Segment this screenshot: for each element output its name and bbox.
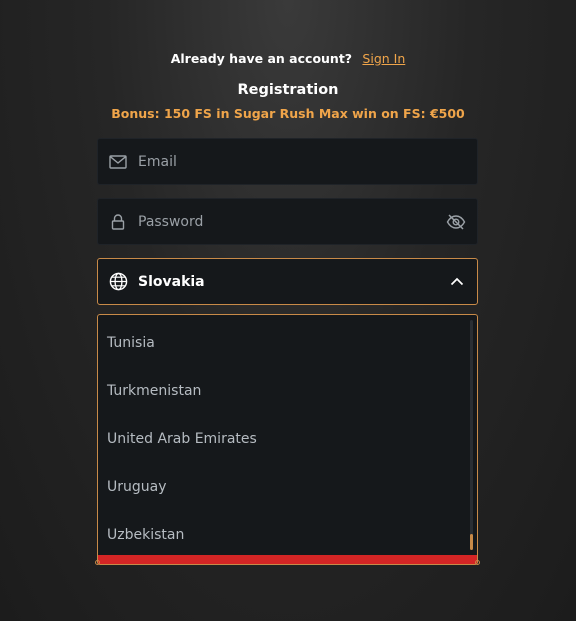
corner-dot-left <box>95 560 100 565</box>
email-field[interactable] <box>97 138 478 185</box>
country-option-tunisia[interactable]: Tunisia <box>98 319 468 367</box>
lock-icon <box>108 212 128 232</box>
mail-icon <box>108 152 128 172</box>
country-option-uruguay[interactable]: Uruguay <box>98 463 468 511</box>
password-field[interactable] <box>97 198 478 245</box>
sign-in-link[interactable]: Sign In <box>362 51 405 66</box>
dropdown-footer-bar <box>95 555 480 565</box>
scrollbar-thumb[interactable] <box>470 534 473 550</box>
email-input[interactable] <box>138 139 428 184</box>
country-dropdown-list[interactable]: Tunisia Turkmenistan United Arab Emirate… <box>97 314 478 555</box>
eye-off-icon[interactable] <box>445 211 467 233</box>
dropdown-scrollbar[interactable] <box>470 320 473 550</box>
country-select[interactable]: Slovakia <box>97 258 478 305</box>
page-title: Registration <box>237 82 339 98</box>
bonus-text: Bonus: 150 FS in Sugar Rush Max win on F… <box>111 106 465 121</box>
login-prompt-text: Already have an account? <box>170 51 353 66</box>
country-option-uae[interactable]: United Arab Emirates <box>98 415 468 463</box>
country-option-turkmenistan[interactable]: Turkmenistan <box>98 367 468 415</box>
globe-icon <box>108 272 128 292</box>
corner-dot-right <box>475 560 480 565</box>
login-prompt-row: Already have an account? Sign In <box>0 51 576 66</box>
country-selected-value: Slovakia <box>138 273 205 290</box>
chevron-up-icon[interactable] <box>449 274 465 290</box>
country-option-uzbekistan[interactable]: Uzbekistan <box>98 511 468 555</box>
password-input[interactable] <box>138 199 428 244</box>
